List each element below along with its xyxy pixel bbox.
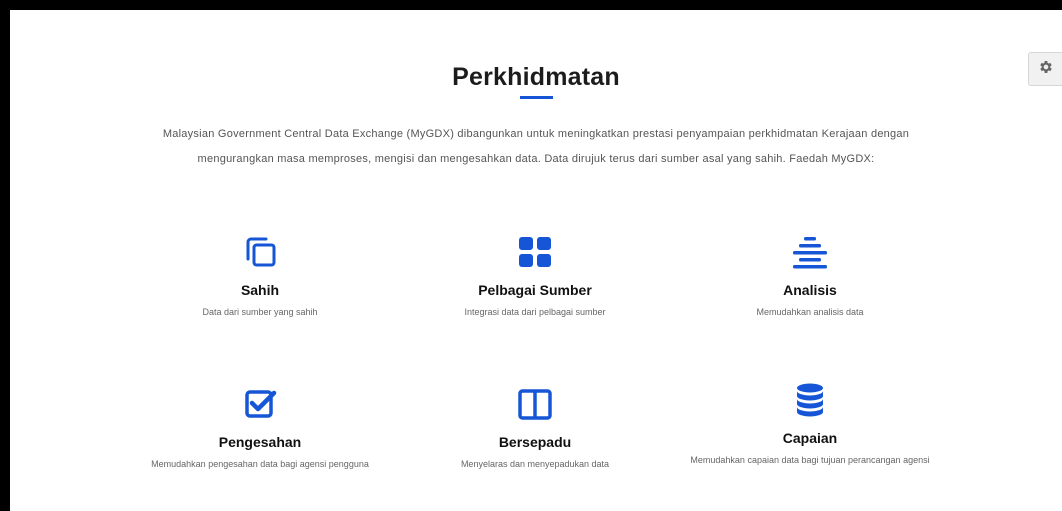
feature-description: Memudahkan pengesahan data bagi agensi p… bbox=[151, 459, 369, 469]
title-underline bbox=[520, 96, 553, 99]
feature-description: Menyelaras dan menyepadukan data bbox=[460, 459, 610, 469]
feature-description: Data dari sumber yang sahih bbox=[202, 307, 318, 317]
intro-line-1: Malaysian Government Central Data Exchan… bbox=[162, 128, 910, 140]
feature-title: Capaian bbox=[782, 430, 838, 446]
database-icon bbox=[660, 380, 960, 420]
page-frame: Perkhidmatan Malaysian Government Centra… bbox=[10, 10, 1062, 511]
copy-icon bbox=[110, 232, 410, 272]
feature-sahih: Sahih Data dari sumber yang sahih bbox=[110, 232, 410, 320]
columns-icon bbox=[385, 384, 685, 424]
feature-bersepadu: Bersepadu Menyelaras dan menyepadukan da… bbox=[385, 384, 685, 472]
feature-title: Analisis bbox=[783, 282, 837, 298]
page-title: Perkhidmatan bbox=[452, 63, 620, 91]
intro-text: Malaysian Government Central Data Exchan… bbox=[130, 122, 942, 172]
feature-pengesahan: Pengesahan Memudahkan pengesahan data ba… bbox=[110, 384, 410, 472]
feature-title: Bersepadu bbox=[498, 434, 572, 450]
feature-title: Pelbagai Sumber bbox=[478, 282, 592, 298]
feature-title: Pengesahan bbox=[218, 434, 302, 450]
feature-title: Sahih bbox=[240, 282, 280, 298]
feature-description: Memudahkan capaian data bagi tujuan pera… bbox=[690, 455, 930, 465]
feature-description: Integrasi data dari pelbagai sumber bbox=[464, 307, 606, 317]
feature-capaian: Capaian Memudahkan capaian data bagi tuj… bbox=[660, 380, 960, 468]
feature-description: Memudahkan analisis data bbox=[756, 307, 864, 317]
settings-button[interactable] bbox=[1028, 52, 1062, 86]
gear-icon bbox=[1038, 59, 1054, 80]
intro-line-2: mengurangkan masa memproses, mengisi dan… bbox=[197, 153, 875, 165]
feature-analisis: Analisis Memudahkan analisis data bbox=[660, 232, 960, 320]
grid-icon bbox=[385, 232, 685, 272]
align-center-icon bbox=[660, 232, 960, 272]
checkbox-icon bbox=[110, 384, 410, 424]
feature-pelbagai-sumber: Pelbagai Sumber Integrasi data dari pelb… bbox=[385, 232, 685, 320]
